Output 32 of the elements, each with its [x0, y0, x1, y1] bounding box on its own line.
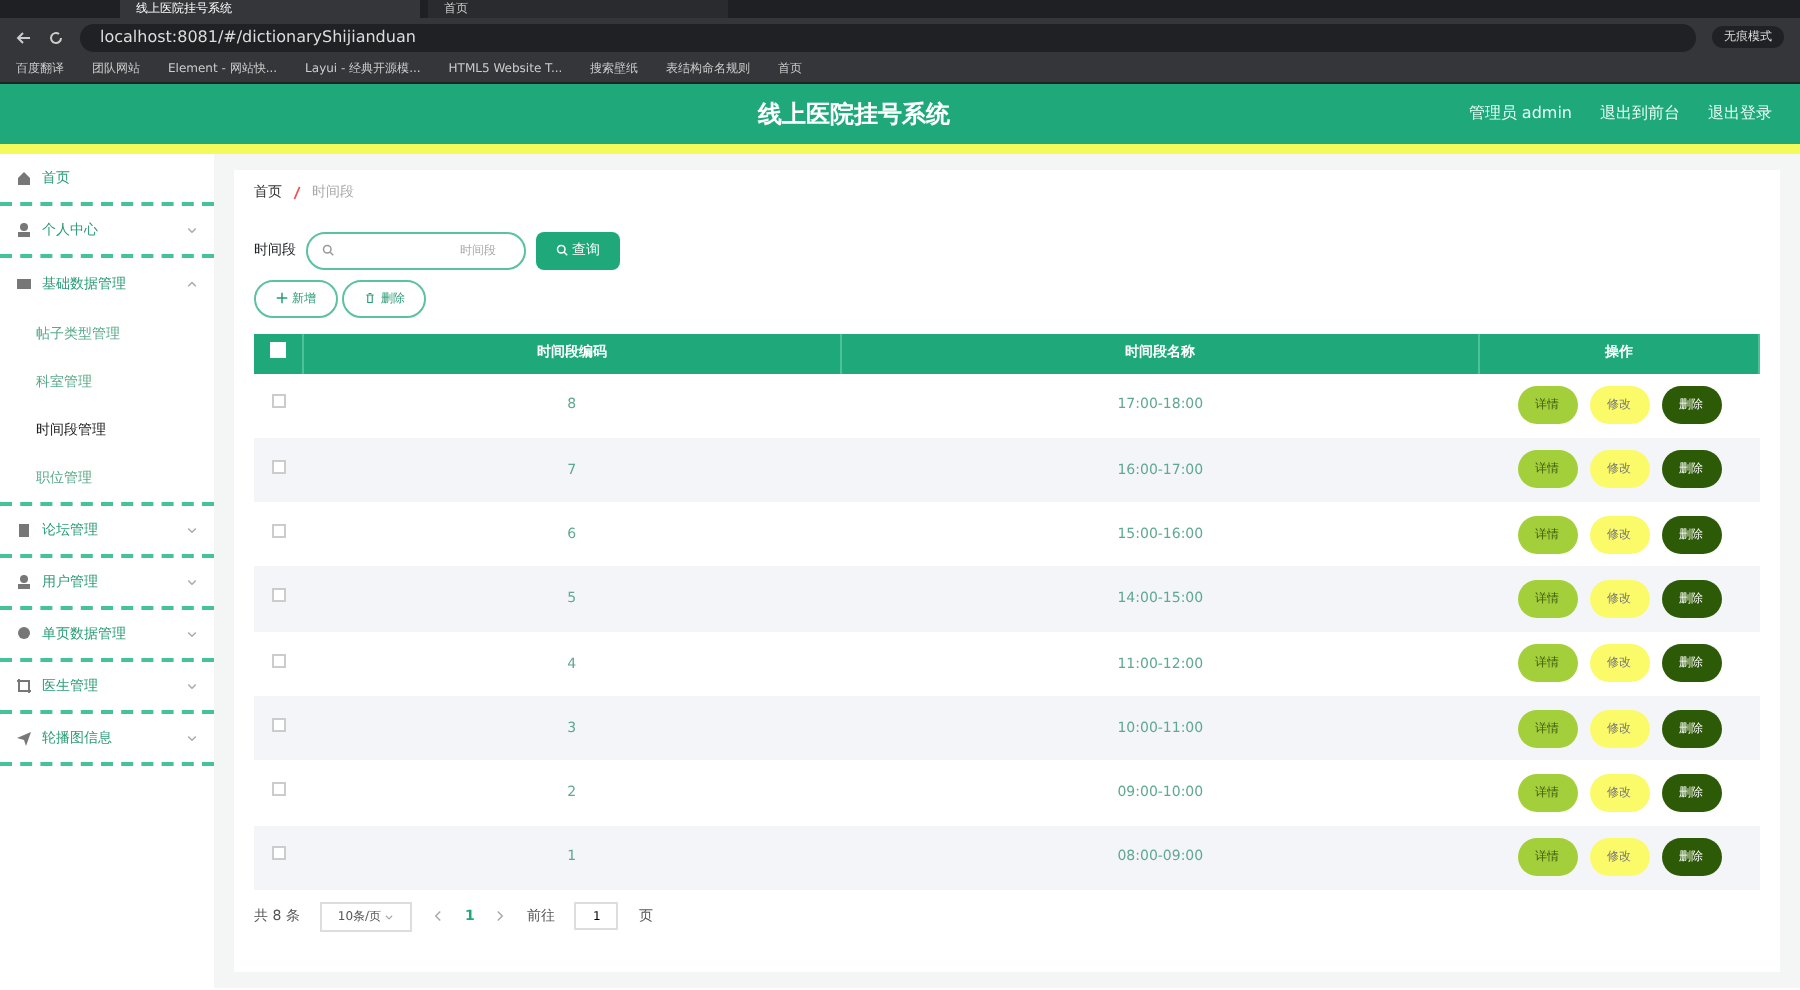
plus-icon	[276, 291, 288, 304]
clipboard-icon	[16, 522, 32, 538]
caret-icon	[384, 911, 395, 922]
header-link[interactable]: 退出登录	[1708, 102, 1772, 126]
breadcrumb-separator	[290, 185, 304, 200]
user-icon	[16, 222, 32, 238]
row-checkbox[interactable]	[271, 653, 285, 668]
home-icon	[16, 170, 32, 186]
row-checkbox[interactable]	[271, 782, 285, 797]
search-icon	[322, 243, 334, 255]
row-checkbox[interactable]	[271, 394, 285, 409]
row-checkbox[interactable]	[271, 588, 285, 603]
user-label: 管理员 admin	[1468, 102, 1572, 126]
grid-icon	[16, 276, 32, 292]
row-checkbox[interactable]	[271, 523, 285, 538]
row-checkbox[interactable]	[271, 717, 285, 732]
trash-icon	[364, 291, 377, 304]
select-all-checkbox[interactable]	[269, 341, 286, 358]
prev-page-icon	[432, 910, 445, 923]
row-checkbox[interactable]	[271, 846, 285, 861]
app-title: 线上医院挂号系统	[755, 98, 953, 132]
user-icon	[16, 574, 32, 590]
search-icon	[556, 243, 568, 256]
next-page-icon	[494, 910, 507, 923]
plane-icon	[16, 730, 32, 746]
address-bar[interactable]: localhost:8081/#/dictionaryShijianduan	[80, 23, 1696, 51]
back-icon	[16, 29, 32, 45]
row-checkbox[interactable]	[271, 459, 285, 474]
header-link[interactable]: 退出到前台	[1600, 102, 1680, 126]
crop-icon	[16, 678, 32, 694]
pin-icon	[16, 626, 32, 642]
reload-icon	[48, 29, 64, 45]
